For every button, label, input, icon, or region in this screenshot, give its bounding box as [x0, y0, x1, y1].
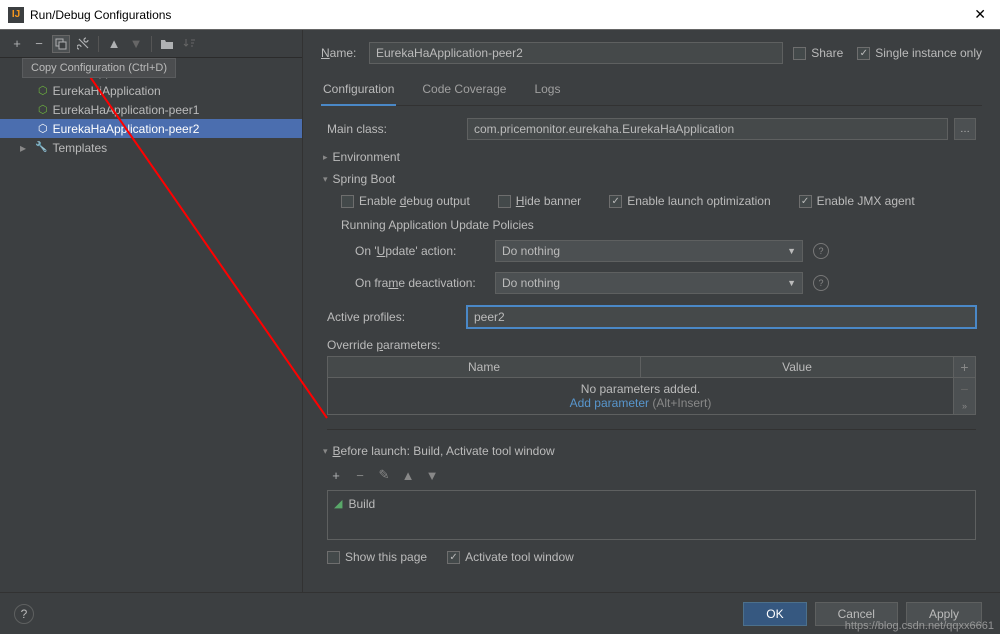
- enable-launch-opt-checkbox[interactable]: Enable launch optimization: [609, 194, 770, 208]
- tree-item-label: EurekaHaApplication-peer1: [53, 103, 200, 117]
- policies-title: Running Application Update Policies: [341, 218, 976, 232]
- override-params-table: Name Value + No parameters added. Add pa…: [327, 356, 976, 415]
- spring-boot-icon: ⬡: [38, 84, 48, 97]
- ok-button[interactable]: OK: [743, 602, 806, 626]
- copy-icon[interactable]: [52, 35, 70, 53]
- before-launch-toggle[interactable]: ▾ Before launch: Build, Activate tool wi…: [323, 444, 976, 458]
- add-param-hotkey: (Alt+Insert): [652, 396, 711, 410]
- help-icon[interactable]: ?: [813, 275, 829, 291]
- show-page-checkbox[interactable]: Show this page: [327, 550, 427, 564]
- more-icon[interactable]: »: [962, 401, 967, 411]
- up-arrow-icon[interactable]: ▲: [105, 35, 123, 53]
- add-parameter-link[interactable]: Add parameter: [570, 396, 649, 410]
- help-icon[interactable]: ?: [813, 243, 829, 259]
- down-arrow-icon[interactable]: ▼: [127, 35, 145, 53]
- configurations-toolbar: + − ▲ ▼ Copy Configuration (Ctrl+D): [0, 30, 302, 58]
- tabs-bar: Configuration Code Coverage Logs: [321, 78, 982, 106]
- watermark: https://blog.csdn.net/qqxx6661: [845, 620, 994, 632]
- configurations-tree: ⬡ EurekaApplication ⬡ EurekaHiApplicatio…: [0, 58, 302, 592]
- share-checkbox[interactable]: Share: [793, 46, 843, 60]
- chevron-down-icon: ▾: [323, 174, 328, 185]
- active-profiles-input[interactable]: [467, 306, 976, 328]
- hammer-icon: ◢: [334, 497, 342, 510]
- enable-jmx-checkbox[interactable]: Enable JMX agent: [799, 194, 915, 208]
- params-col-name: Name: [328, 357, 641, 377]
- window-title: Run/Debug Configurations: [30, 8, 968, 22]
- environment-label: Environment: [333, 150, 400, 164]
- templates-label: Templates: [52, 141, 107, 155]
- on-frame-label: On frame deactivation:On frame deactivat…: [355, 276, 495, 290]
- app-icon: IJ: [8, 7, 24, 23]
- settings-icon[interactable]: [74, 35, 92, 53]
- main-class-label: Main class:: [327, 122, 467, 136]
- left-panel: + − ▲ ▼ Copy Configuration (Ctrl+D) ⬡: [0, 30, 303, 592]
- tree-item-templates[interactable]: ▸ 🔧 Templates: [0, 138, 302, 157]
- right-panel: NName:ame: Share Single instance only Co…: [303, 30, 1000, 592]
- params-col-value: Value: [641, 357, 953, 377]
- add-icon[interactable]: +: [8, 35, 26, 53]
- single-instance-checkbox[interactable]: Single instance only: [857, 46, 982, 60]
- active-profiles-label: Active profiles:: [327, 310, 467, 324]
- folder-icon[interactable]: [158, 35, 176, 53]
- on-update-select[interactable]: Do nothing▼: [495, 240, 803, 262]
- chevron-right-icon: ▸: [20, 141, 30, 155]
- up-arrow-icon[interactable]: ▲: [399, 466, 417, 484]
- tab-logs[interactable]: Logs: [532, 78, 562, 105]
- before-launch-toolbar: + − ✎ ▲ ▼: [327, 466, 976, 484]
- override-params-label: Override parameters:Override parameters:: [327, 338, 976, 352]
- close-icon[interactable]: ✕: [968, 6, 992, 23]
- tree-item-label: EurekaHiApplication: [53, 84, 161, 98]
- chevron-right-icon: ▸: [323, 152, 328, 163]
- tab-code-coverage[interactable]: Code Coverage: [420, 78, 508, 105]
- tree-item[interactable]: ⬡ EurekaHaApplication-peer1: [0, 100, 302, 119]
- spring-boot-section-toggle[interactable]: ▾ Spring Boot: [323, 172, 976, 186]
- tree-item[interactable]: ⬡ EurekaHiApplication: [0, 81, 302, 100]
- chevron-down-icon: ▼: [787, 278, 796, 288]
- chevron-down-icon: ▼: [787, 246, 796, 256]
- environment-section-toggle[interactable]: ▸ Environment: [323, 150, 976, 164]
- no-params-text: No parameters added.: [332, 382, 949, 396]
- wrench-icon: 🔧: [35, 142, 47, 153]
- edit-icon[interactable]: ✎: [375, 466, 393, 484]
- remove-icon[interactable]: −: [351, 466, 369, 484]
- add-icon[interactable]: +: [327, 466, 345, 484]
- browse-class-button[interactable]: …: [954, 118, 976, 140]
- spring-boot-icon: ⬡: [38, 103, 48, 116]
- on-update-label: On 'Update' action:On 'Update' action:: [355, 244, 495, 258]
- activate-tool-checkbox[interactable]: Activate tool window: [447, 550, 574, 564]
- main-class-input[interactable]: [467, 118, 948, 140]
- copy-tooltip: Copy Configuration (Ctrl+D): [22, 58, 176, 78]
- tree-item[interactable]: ⬡ EurekaHaApplication-peer2: [0, 119, 302, 138]
- tab-configuration[interactable]: Configuration: [321, 78, 396, 106]
- add-param-icon[interactable]: +: [960, 359, 968, 375]
- chevron-down-icon: ▾: [323, 446, 328, 457]
- enable-debug-checkbox[interactable]: Enable debug outputEnable debug output: [341, 194, 470, 208]
- name-input[interactable]: [369, 42, 783, 64]
- on-frame-select[interactable]: Do nothing▼: [495, 272, 803, 294]
- build-task-label: Build: [348, 497, 375, 511]
- sort-icon[interactable]: [180, 35, 198, 53]
- name-label: NName:ame:: [321, 46, 359, 60]
- spring-boot-icon: ⬡: [38, 122, 48, 135]
- spring-boot-label: Spring Boot: [333, 172, 396, 186]
- down-arrow-icon[interactable]: ▼: [423, 466, 441, 484]
- before-launch-list[interactable]: ◢ Build: [327, 490, 976, 540]
- remove-param-icon[interactable]: −: [960, 381, 968, 397]
- hide-banner-checkbox[interactable]: Hide bannerHide banner: [498, 194, 581, 208]
- tree-item-label: EurekaHaApplication-peer2: [53, 122, 200, 136]
- help-button[interactable]: ?: [14, 604, 34, 624]
- titlebar: IJ Run/Debug Configurations ✕: [0, 0, 1000, 30]
- remove-icon[interactable]: −: [30, 35, 48, 53]
